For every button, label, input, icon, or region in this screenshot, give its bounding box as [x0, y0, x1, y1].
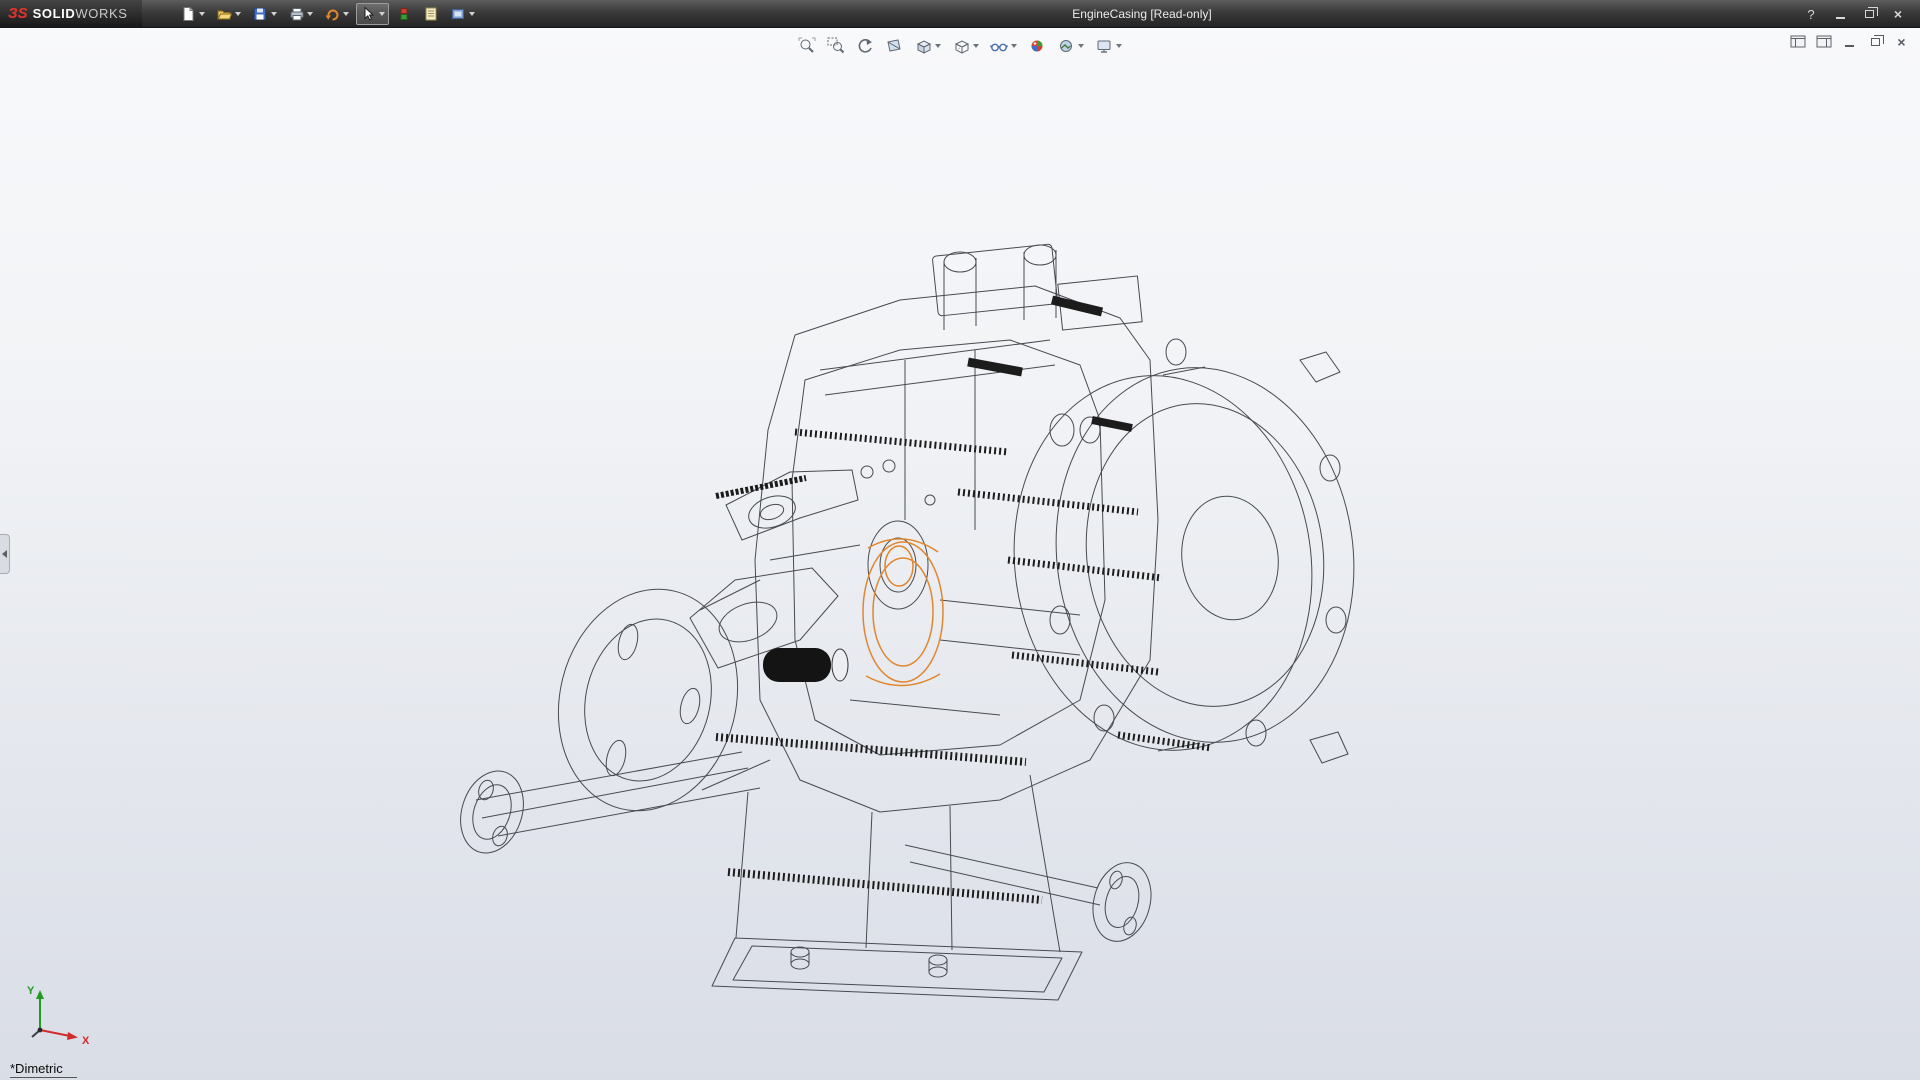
- file-properties-button[interactable]: [419, 3, 443, 25]
- chevron-down-icon[interactable]: [235, 12, 241, 16]
- select-tool-button[interactable]: [356, 3, 389, 25]
- display-style-cube-icon: [952, 37, 970, 55]
- pane-right-icon: [1816, 35, 1832, 48]
- section-view-icon: [885, 37, 903, 55]
- title-bar: ЗS SOLIDWORKS: [0, 0, 1920, 28]
- appearance-ball-icon: [1028, 37, 1046, 55]
- chevron-down-icon[interactable]: [307, 12, 313, 16]
- minimize-icon: [1845, 45, 1854, 47]
- solidworks-logo: ЗS SOLIDWORKS: [0, 0, 142, 27]
- view-settings-icon: [1095, 37, 1113, 55]
- print-button[interactable]: [284, 3, 317, 25]
- apply-scene-button[interactable]: [1053, 34, 1088, 58]
- window-controls: ? ×: [1803, 0, 1906, 28]
- pane-left-icon: [1790, 35, 1806, 48]
- orientation-triad: Y X: [24, 980, 114, 1050]
- undo-icon: [324, 6, 340, 22]
- help-button[interactable]: ?: [1803, 6, 1819, 22]
- chevron-down-icon[interactable]: [935, 44, 941, 48]
- view-cube-icon: [914, 37, 932, 55]
- show-display-pane-button[interactable]: [1815, 34, 1832, 49]
- brand-text-solid: SOLID: [33, 6, 76, 21]
- open-button[interactable]: [212, 3, 245, 25]
- x-axis-label: X: [82, 1035, 90, 1047]
- chevron-down-icon[interactable]: [1078, 44, 1084, 48]
- previous-view-icon: [856, 37, 874, 55]
- feature-manager-collapsed-tab[interactable]: [0, 534, 10, 574]
- view-orientation-button[interactable]: [910, 34, 945, 58]
- collapse-arrow-icon: [2, 550, 7, 558]
- chevron-down-icon[interactable]: [1011, 44, 1017, 48]
- minimize-button[interactable]: [1832, 6, 1848, 22]
- eyeglasses-icon: [990, 37, 1008, 55]
- print-icon: [288, 6, 304, 22]
- view-settings-button[interactable]: [1091, 34, 1126, 58]
- display-style-button[interactable]: [948, 34, 983, 58]
- chevron-down-icon[interactable]: [379, 12, 385, 16]
- graphics-area[interactable]: × Y X *Dimetric: [0, 28, 1920, 1080]
- undo-button[interactable]: [320, 3, 353, 25]
- show-feature-pane-button[interactable]: [1789, 34, 1806, 49]
- y-axis-label: Y: [27, 985, 35, 997]
- minimize-icon: [1836, 17, 1845, 19]
- scene-globe-icon: [1057, 37, 1075, 55]
- chevron-down-icon[interactable]: [973, 44, 979, 48]
- new-document-icon: [180, 6, 196, 22]
- section-view-button[interactable]: [881, 34, 907, 58]
- restore-icon: [1871, 38, 1880, 46]
- heads-up-view-toolbar: [794, 34, 1126, 58]
- x-axis-arrow-icon: [67, 1032, 78, 1040]
- open-folder-icon: [216, 6, 232, 22]
- restore-icon: [1865, 10, 1874, 18]
- chevron-down-icon[interactable]: [199, 12, 205, 16]
- zoom-to-fit-icon: [798, 37, 816, 55]
- previous-view-button[interactable]: [852, 34, 878, 58]
- main-toolbar: [176, 3, 479, 25]
- document-close-button[interactable]: ×: [1893, 34, 1910, 49]
- red-green-indicator-icon: [396, 6, 412, 22]
- select-cursor-icon: [360, 6, 376, 22]
- chevron-down-icon[interactable]: [271, 12, 277, 16]
- zoom-to-area-icon: [827, 37, 845, 55]
- save-floppy-icon: [252, 6, 268, 22]
- hide-show-items-button[interactable]: [986, 34, 1021, 58]
- chevron-down-icon[interactable]: [469, 12, 475, 16]
- restore-button[interactable]: [1861, 6, 1877, 22]
- document-minimize-button[interactable]: [1841, 34, 1858, 49]
- edit-appearance-button[interactable]: [1024, 34, 1050, 58]
- chevron-down-icon[interactable]: [343, 12, 349, 16]
- options-button[interactable]: [446, 3, 479, 25]
- save-button[interactable]: [248, 3, 281, 25]
- y-axis-arrow-icon: [36, 990, 44, 999]
- reference-toggle-button[interactable]: [392, 3, 416, 25]
- dassault-logo-icon: ЗS: [8, 6, 28, 21]
- close-button[interactable]: ×: [1890, 6, 1906, 22]
- new-document-button[interactable]: [176, 3, 209, 25]
- file-properties-icon: [423, 6, 439, 22]
- document-restore-button[interactable]: [1867, 34, 1884, 49]
- brand-text-works: WORKS: [75, 6, 127, 21]
- zoom-to-area-button[interactable]: [823, 34, 849, 58]
- zoom-to-fit-button[interactable]: [794, 34, 820, 58]
- document-window-controls: ×: [1789, 34, 1910, 49]
- engine-casing-model[interactable]: [0, 28, 1920, 1080]
- view-orientation-label: *Dimetric: [10, 1061, 77, 1078]
- options-icon: [450, 6, 466, 22]
- window-title: EngineCasing [Read-only]: [1072, 0, 1211, 28]
- chevron-down-icon[interactable]: [1116, 44, 1122, 48]
